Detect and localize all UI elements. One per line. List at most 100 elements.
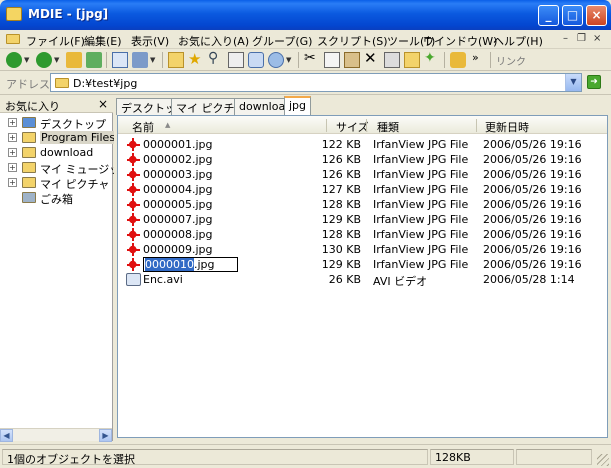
go-arrow-icon[interactable]: ➜ — [587, 75, 601, 89]
file-name: 0000002.jpg — [143, 153, 213, 166]
maximize-button[interactable]: □ — [562, 5, 583, 26]
expand-icon[interactable]: + — [8, 148, 17, 157]
status-bar: 1個のオブジェクトを選択 128KB — [0, 444, 611, 468]
mdi-minimize-icon[interactable]: – — [563, 33, 568, 44]
favorite-star-icon[interactable]: ★ — [188, 50, 204, 68]
search-icon[interactable]: ⚲ — [208, 50, 224, 66]
mdi-restore-icon[interactable]: ❐ — [577, 33, 586, 44]
menu-edit[interactable]: 編集(E) — [84, 33, 122, 49]
forward-icon[interactable] — [36, 52, 52, 68]
menu-favorites[interactable]: お気に入り(A) — [178, 33, 249, 49]
tab-jpg[interactable]: jpg — [284, 96, 312, 115]
tree-item[interactable]: ごみ箱 — [0, 190, 112, 206]
back-icon[interactable] — [6, 52, 22, 68]
up-folder-icon[interactable] — [66, 52, 82, 68]
address-dropdown-icon[interactable]: ▼ — [565, 74, 581, 91]
resize-grip[interactable] — [597, 454, 609, 466]
sort-ascending-icon: ▲ — [165, 121, 171, 129]
drive-icon[interactable] — [248, 52, 264, 68]
file-size: 129 KB — [321, 213, 361, 226]
copy-icon[interactable] — [324, 52, 340, 68]
new-folder-icon[interactable] — [404, 52, 420, 68]
file-date: 2006/05/26 19:16 — [483, 258, 582, 271]
sort-dropdown-icon[interactable]: ▼ — [150, 56, 158, 72]
file-name: 0000004.jpg — [143, 183, 213, 196]
minimize-button[interactable]: _ — [538, 5, 559, 26]
open-folder-icon[interactable] — [168, 52, 184, 68]
column-date[interactable]: 更新日時 — [485, 119, 529, 135]
delete-icon[interactable]: ✕ — [364, 49, 380, 67]
favorites-close-icon[interactable]: × — [98, 97, 108, 111]
toolbar-more-chevron[interactable]: » — [472, 51, 479, 64]
lock-icon[interactable] — [450, 52, 466, 68]
paste-icon[interactable] — [344, 52, 360, 68]
menu-help[interactable]: ヘルプ(H) — [493, 33, 543, 49]
file-row[interactable]: 0000008.jpg 128 KB IrfanView JPG File 2006/… — [118, 227, 607, 242]
network-dropdown-icon[interactable]: ▼ — [286, 56, 294, 72]
scroll-left-icon[interactable]: ◀ — [0, 429, 13, 442]
views-icon[interactable] — [112, 52, 128, 68]
menu-file[interactable]: ファイル(F) — [26, 33, 85, 49]
file-row[interactable]: 0000004.jpg 127 KB IrfanView JPG File 2006/… — [118, 182, 607, 197]
mdi-close-icon[interactable]: × — [593, 33, 601, 44]
expand-icon[interactable]: + — [8, 178, 17, 187]
links-label[interactable]: リンク — [496, 53, 526, 68]
tree-item[interactable]: + マイ ミュージック — [0, 160, 131, 176]
tree-item-label: download — [40, 146, 94, 159]
column-header: 名前 ▲ サイズ 種類 更新日時 — [118, 116, 607, 134]
file-row[interactable]: Enc.avi 26 KB AVI ビデオ 2006/05/28 1:14 — [118, 272, 607, 288]
column-type[interactable]: 種類 — [377, 119, 399, 135]
desktop-icon — [22, 117, 36, 128]
column-name[interactable]: 名前 — [132, 119, 154, 135]
column-divider[interactable] — [476, 119, 477, 132]
expand-icon[interactable]: + — [8, 163, 17, 172]
file-list[interactable]: 名前 ▲ サイズ 種類 更新日時 0000001.jpg 122 KB IrfanV… — [117, 115, 608, 438]
expand-icon[interactable]: + — [8, 118, 17, 127]
forward-dropdown-icon[interactable]: ▼ — [54, 56, 62, 72]
file-type: IrfanView JPG File — [373, 198, 469, 211]
file-row[interactable]: 0000007.jpg 129 KB IrfanView JPG File 2006/… — [118, 212, 607, 227]
scroll-right-icon[interactable]: ▶ — [99, 429, 112, 442]
column-divider[interactable] — [366, 119, 367, 132]
back-dropdown-icon[interactable]: ▼ — [24, 56, 32, 72]
toolbar-separator — [106, 52, 107, 68]
file-name: 0000009.jpg — [143, 243, 213, 256]
irfanview-file-icon — [126, 258, 141, 271]
irfanview-file-icon — [126, 213, 141, 226]
horizontal-scrollbar[interactable]: ◀ ▶ — [0, 428, 112, 442]
file-size: 26 KB — [328, 273, 361, 286]
tree-item[interactable]: + download — [0, 145, 112, 160]
file-row[interactable]: 0000009.jpg 130 KB IrfanView JPG File 2006/… — [118, 242, 607, 257]
window-icon[interactable] — [228, 52, 244, 68]
address-path: D:¥test¥jpg — [73, 77, 138, 90]
file-row[interactable]: 0000002.jpg 126 KB IrfanView JPG File 2006/… — [118, 152, 607, 167]
cut-icon[interactable]: ✂ — [304, 50, 320, 66]
tree-item[interactable]: + デスクトップ — [0, 115, 112, 131]
address-input[interactable]: D:¥test¥jpg ▼ — [50, 73, 582, 92]
menu-group[interactable]: グループ(G) — [252, 33, 312, 49]
column-divider[interactable] — [326, 119, 327, 132]
picture-folder-icon — [22, 177, 36, 188]
close-button[interactable]: × — [586, 5, 607, 26]
sort-icon[interactable] — [132, 52, 148, 68]
title-bar[interactable]: MDIE - [jpg] _ □ × — [0, 0, 611, 30]
menu-view[interactable]: 表示(V) — [131, 33, 169, 49]
properties-icon[interactable] — [384, 52, 400, 68]
column-size[interactable]: サイズ — [336, 119, 369, 135]
recycle-bin-icon — [22, 192, 36, 203]
menu-script[interactable]: スクリプト(S) — [317, 33, 388, 49]
irfanview-file-icon — [126, 138, 141, 151]
tree-item[interactable]: + マイ ピクチャ — [0, 175, 112, 191]
file-row[interactable]: 0000005.jpg 128 KB IrfanView JPG File 2006/… — [118, 197, 607, 212]
add-favorite-icon[interactable]: ✦ — [424, 50, 440, 66]
file-row[interactable]: 0000001.jpg 122 KB IrfanView JPG File 2006/… — [118, 137, 607, 152]
file-row[interactable]: 0000010.jpg 129 KB IrfanView JPG File 2006/… — [118, 257, 607, 272]
tree-item[interactable]: + Program Files — [0, 130, 117, 145]
rename-input[interactable]: 0000010.jpg — [143, 257, 238, 272]
refresh-icon[interactable] — [86, 52, 102, 68]
expand-icon[interactable]: + — [8, 133, 17, 142]
menu-window[interactable]: ウインドウ(W) — [423, 33, 497, 49]
file-row[interactable]: 0000003.jpg 126 KB IrfanView JPG File 2006/… — [118, 167, 607, 182]
network-icon[interactable] — [268, 52, 284, 68]
file-type: IrfanView JPG File — [373, 213, 469, 226]
